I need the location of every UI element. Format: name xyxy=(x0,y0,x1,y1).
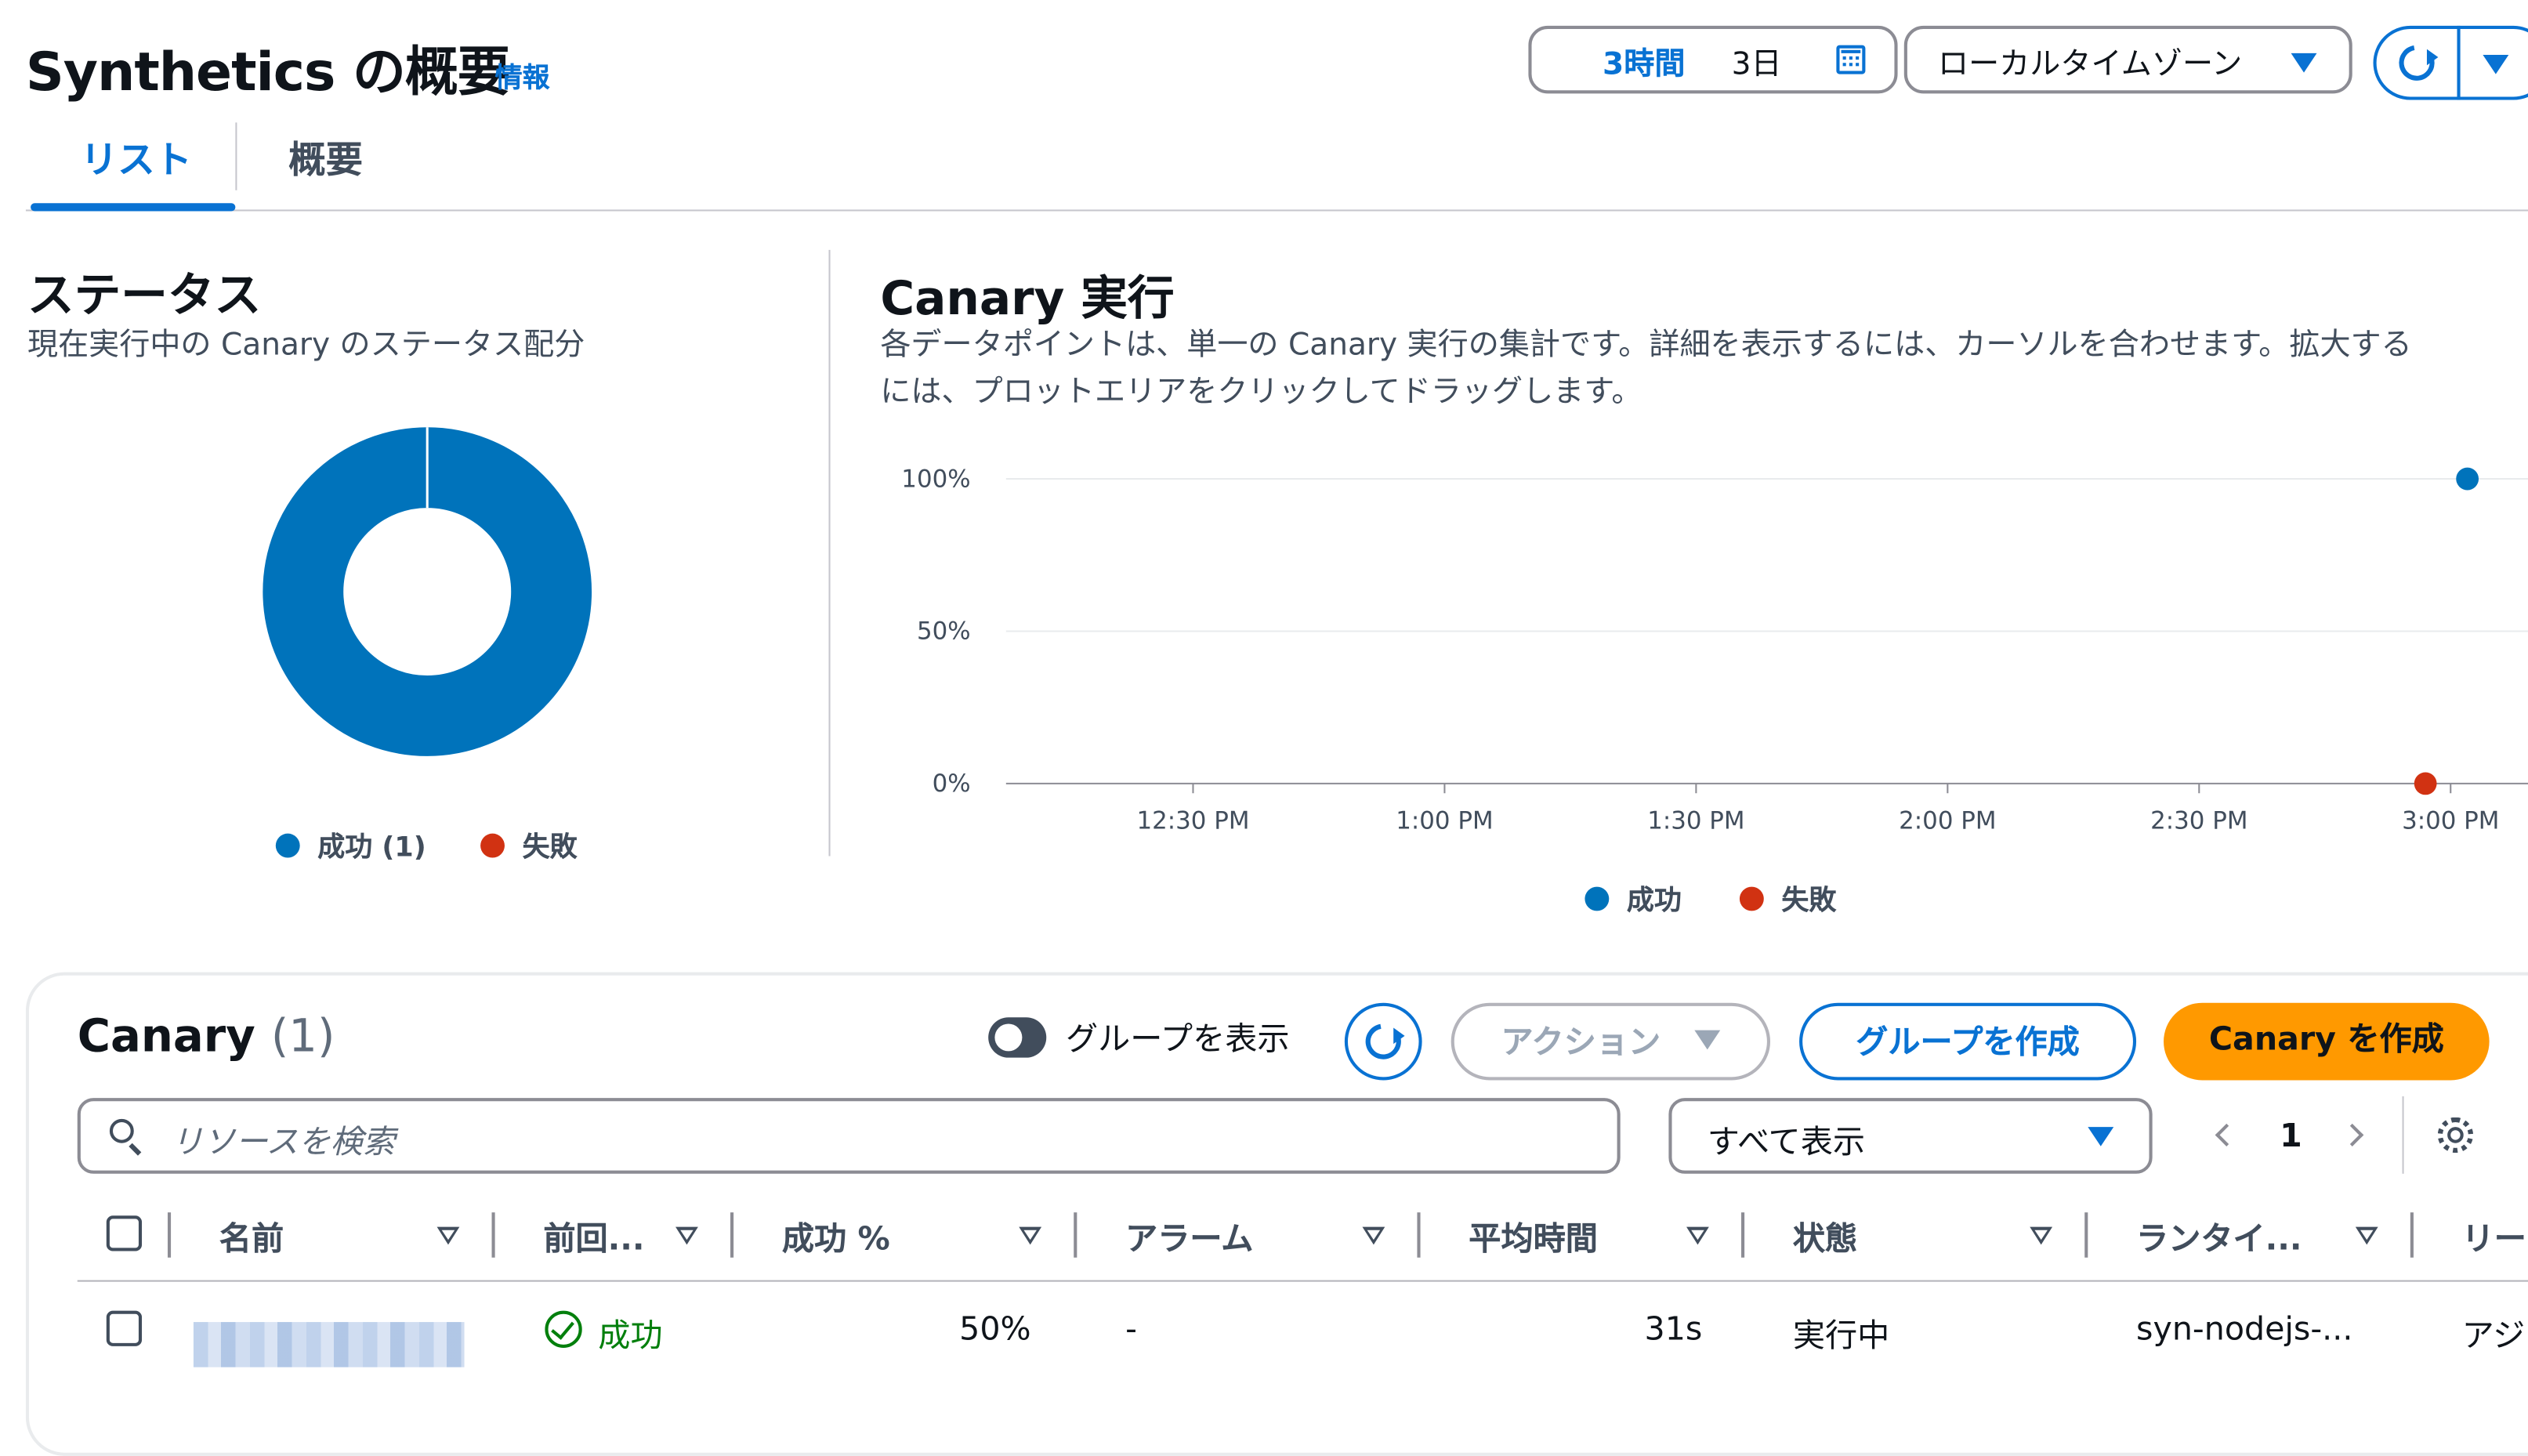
page-number[interactable]: 1 xyxy=(2280,1116,2302,1154)
calendar-icon[interactable] xyxy=(1836,45,1866,74)
column-divider xyxy=(1074,1212,1077,1258)
failure-data-point[interactable] xyxy=(2414,772,2437,795)
column-divider xyxy=(491,1212,495,1258)
row-checkbox[interactable] xyxy=(106,1310,143,1346)
filter-value: すべて表示 xyxy=(1707,1121,1866,1161)
runtime-version: syn-nodejs-... xyxy=(2136,1309,2353,1348)
caret-down-icon xyxy=(2088,1127,2114,1146)
failure-dot-icon xyxy=(480,833,505,858)
x-tick-label: 12:30 PM xyxy=(1136,807,1249,835)
alarm-value: - xyxy=(1125,1309,1137,1348)
success-rate: 50% xyxy=(959,1309,1031,1348)
timezone-value: ローカルタイムゾーン xyxy=(1937,46,2243,82)
runs-heading: Canary 実行 xyxy=(880,270,1175,326)
table-header-divider xyxy=(77,1280,2528,1282)
x-tick-label: 2:00 PM xyxy=(1899,807,1996,835)
sort-icon[interactable] xyxy=(1362,1226,1385,1245)
canary-table-title: Canary (1) xyxy=(77,1009,335,1063)
pager-divider xyxy=(2402,1096,2404,1174)
column-header-runtime[interactable]: ランタイ... xyxy=(2136,1212,2302,1259)
sort-icon[interactable] xyxy=(675,1226,698,1245)
timezone-select[interactable]: ローカルタイムゾーン xyxy=(1903,25,2352,94)
column-header-name[interactable]: 名前 xyxy=(219,1212,284,1259)
actions-button[interactable]: アクション xyxy=(1451,1002,1771,1081)
range-option-3h[interactable]: 3時間 xyxy=(1603,40,1685,84)
x-tick-label: 1:30 PM xyxy=(1647,807,1744,835)
select-all-checkbox[interactable] xyxy=(106,1215,143,1251)
column-header-avg-duration[interactable]: 平均時間 xyxy=(1469,1212,1598,1259)
info-link[interactable]: 情報 xyxy=(495,55,550,95)
column-header-last-run[interactable]: 前回... xyxy=(543,1212,644,1259)
region-value: アジ xyxy=(2461,1315,2526,1355)
canary-name-link[interactable] xyxy=(193,1322,465,1367)
column-divider xyxy=(1417,1212,1421,1258)
status-filter-select[interactable]: すべて表示 xyxy=(1668,1098,2153,1174)
chart-legend-failure[interactable]: 失敗 xyxy=(1739,877,1836,918)
status-heading: ステータス xyxy=(27,267,262,323)
tab-overview[interactable]: 概要 xyxy=(288,129,363,184)
time-range-selector[interactable]: 3時間 3日 xyxy=(1528,25,1898,94)
chart-legend-success[interactable]: 成功 xyxy=(1585,877,1682,918)
column-header-region[interactable]: リー xyxy=(2462,1212,2526,1259)
y-tick-label: 0% xyxy=(933,770,971,798)
failure-dot-icon xyxy=(1739,886,1764,911)
status-success-icon xyxy=(545,1310,582,1348)
range-option-3d[interactable]: 3日 xyxy=(1732,40,1782,84)
page-title: Synthetics の概要 xyxy=(25,40,511,103)
y-tick-label: 100% xyxy=(901,465,970,493)
runs-scatter-chart[interactable]: 100% 50% 0% 12:30 PM 1:00 PM 1:30 PM 2:00 PM 2:… xyxy=(871,451,2528,854)
canary-count: (1) xyxy=(270,1009,335,1063)
tab-bar: リスト 概要 xyxy=(25,116,2528,212)
caret-down-icon[interactable] xyxy=(2483,54,2509,74)
legend-failure[interactable]: 失敗 xyxy=(480,824,578,864)
column-divider xyxy=(2084,1212,2088,1258)
section-divider xyxy=(828,249,831,857)
sort-icon[interactable] xyxy=(2030,1226,2053,1245)
tab-divider xyxy=(235,122,237,190)
x-tick-label: 3:00 PM xyxy=(2402,807,2499,835)
gear-icon[interactable] xyxy=(2437,1117,2474,1154)
search-icon xyxy=(109,1118,134,1143)
status-description: 現在実行中の Canary のステータス配分 xyxy=(27,327,585,363)
split-divider xyxy=(2457,25,2461,100)
create-canary-button[interactable]: Canary を作成 xyxy=(2164,1002,2490,1081)
x-tick-label: 1:00 PM xyxy=(1396,807,1493,835)
avg-duration: 31s xyxy=(1644,1309,1703,1348)
group-toggle-label[interactable]: グループを表示 xyxy=(1066,1012,1290,1059)
column-divider xyxy=(730,1212,734,1258)
status-donut-chart[interactable] xyxy=(258,422,596,761)
tab-list[interactable]: リスト xyxy=(81,129,192,184)
runs-description: 各データポイントは、単一の Canary 実行の集計です。詳細を表示するには、カ… xyxy=(880,327,2412,410)
sort-icon[interactable] xyxy=(1686,1226,1709,1245)
column-header-success-rate[interactable]: 成功 % xyxy=(782,1212,890,1259)
y-tick-label: 50% xyxy=(917,618,971,646)
active-tab-indicator xyxy=(31,203,236,212)
success-dot-icon xyxy=(275,833,300,858)
group-toggle[interactable] xyxy=(988,1017,1047,1058)
refresh-icon[interactable] xyxy=(2392,38,2442,88)
table-refresh-button[interactable] xyxy=(1344,1002,1422,1081)
create-group-button[interactable]: グループを作成 xyxy=(1799,1002,2137,1081)
legend-success[interactable]: 成功 (1) xyxy=(275,824,426,864)
sort-icon[interactable] xyxy=(2355,1226,2378,1245)
refresh-split-button[interactable] xyxy=(2373,25,2528,100)
success-dot-icon xyxy=(1585,886,1610,911)
success-data-point[interactable] xyxy=(2456,467,2479,491)
column-divider xyxy=(2410,1212,2414,1258)
caret-down-icon xyxy=(1694,1030,1721,1050)
column-divider xyxy=(1740,1212,1745,1258)
sort-icon[interactable] xyxy=(436,1226,460,1245)
last-run-status: 成功 xyxy=(598,1315,663,1355)
column-header-state[interactable]: 状態 xyxy=(1793,1212,1857,1259)
sort-icon[interactable] xyxy=(1019,1226,1042,1245)
x-tick-label: 2:30 PM xyxy=(2150,807,2247,835)
canary-state: 実行中 xyxy=(1792,1315,1890,1355)
search-placeholder: リソースを検索 xyxy=(171,1121,396,1161)
search-input[interactable]: リソースを検索 xyxy=(77,1098,1621,1174)
refresh-icon xyxy=(1358,1016,1408,1067)
caret-down-icon xyxy=(2291,53,2317,73)
column-divider xyxy=(167,1212,172,1258)
column-header-alarm[interactable]: アラーム xyxy=(1125,1212,1253,1259)
